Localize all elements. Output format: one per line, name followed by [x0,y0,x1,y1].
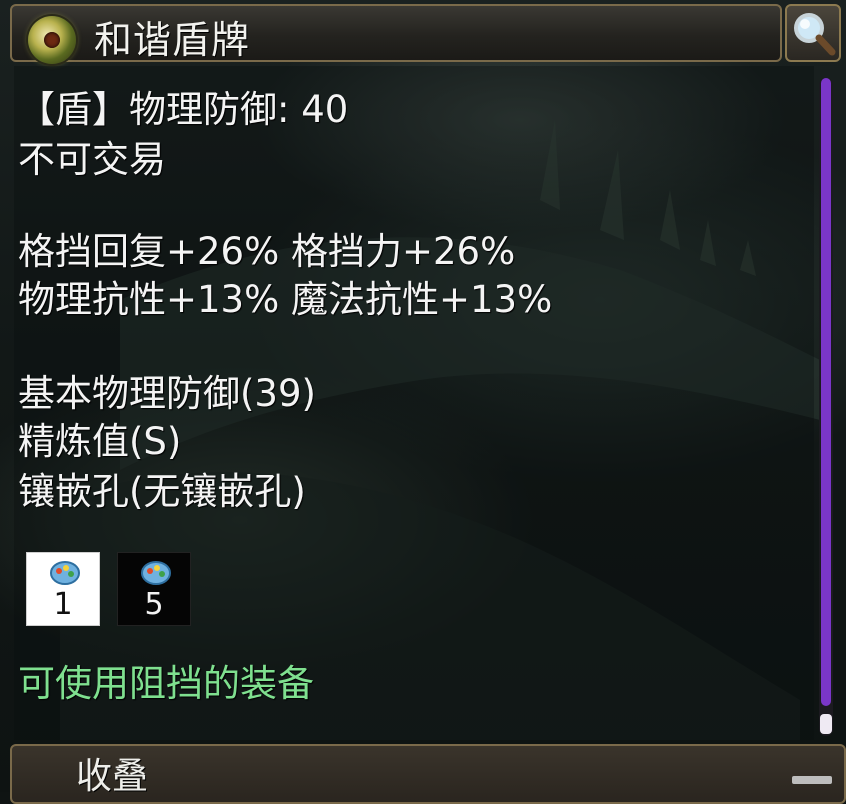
gem-slot-1[interactable]: 1 [26,552,100,626]
gem-count: 5 [144,587,164,622]
minus-icon[interactable] [792,776,832,784]
usage-note: 可使用阻挡的装备 [18,662,314,705]
magnifier-icon [794,13,836,56]
trade-line: 不可交易 [18,138,166,181]
collapse-bar[interactable]: 收叠 [10,744,846,804]
item-title: 和谐盾牌 [94,18,251,62]
shield-item-icon [28,16,76,64]
search-button[interactable] [785,4,841,62]
gem-palette-icon [141,561,171,585]
block-stats-line: 格挡回复+26% 格挡力+26% [18,230,516,273]
resistance-stats-line: 物理抗性+13% 魔法抗性+13% [18,278,553,321]
gem-palette-icon [50,561,80,585]
gem-slot-2[interactable]: 5 [117,552,191,626]
base-defense-line: 基本物理防御(39) [18,372,316,415]
title-bar: 和谐盾牌 [10,4,782,64]
socket-line: 镶嵌孔(无镶嵌孔) [18,470,306,513]
scroll-thumb[interactable] [821,78,831,706]
refine-value-line: 精炼值(S) [18,420,182,463]
defense-line: 【盾】物理防御: 40 [18,88,349,131]
gem-count: 1 [53,587,73,622]
scroll-end-cap[interactable] [820,714,832,734]
vertical-scrollbar[interactable] [819,78,833,736]
